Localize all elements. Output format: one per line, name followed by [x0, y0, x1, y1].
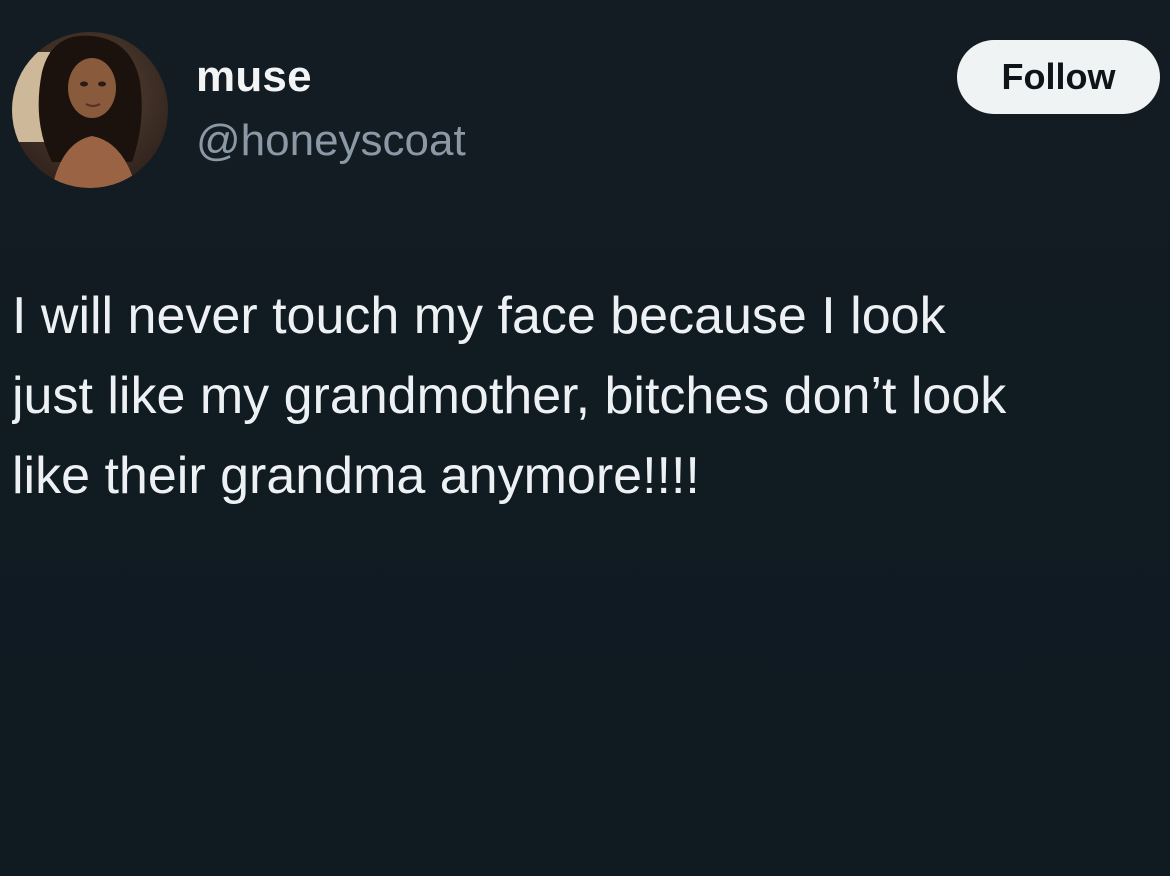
tweet-card: muse @honeyscoat Follow I will never tou…: [0, 0, 1170, 876]
tweet-text-line: like their grandma anymore!!!!: [12, 447, 700, 505]
follow-button[interactable]: Follow: [957, 40, 1160, 114]
user-handle[interactable]: @honeyscoat: [196, 116, 466, 166]
profile-photo-icon: [12, 32, 168, 188]
tweet-text: I will never touch my face because I loo…: [12, 276, 1170, 516]
avatar[interactable]: [12, 32, 168, 188]
tweet-text-line: just like my grandmother, bitches don’t …: [12, 367, 1007, 425]
tweet-text-line: I will never touch my face because I loo…: [12, 287, 946, 345]
display-name[interactable]: muse: [196, 52, 312, 102]
